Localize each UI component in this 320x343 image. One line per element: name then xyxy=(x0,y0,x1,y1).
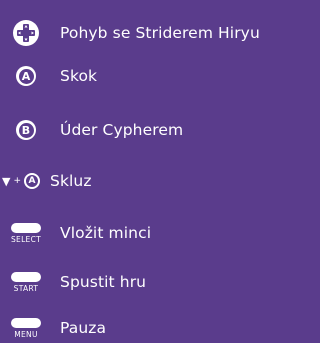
control-label: Pohyb se Striderem Hiryu xyxy=(60,24,260,42)
pill-shape xyxy=(11,271,41,282)
menu-button-icon: MENU xyxy=(11,317,41,339)
start-button-icon-wrap: START xyxy=(0,267,52,297)
start-button-icon: START xyxy=(11,271,41,293)
pill-caption: SELECT xyxy=(10,234,42,244)
button-a-glyph: A xyxy=(26,175,39,187)
control-label: Pauza xyxy=(60,319,107,337)
control-row-insert-coin: SELECT Vložit minci xyxy=(0,218,277,248)
dpad-icon xyxy=(13,20,39,46)
control-row-move: Pohyb se Striderem Hiryu xyxy=(0,18,277,48)
control-label: Úder Cypherem xyxy=(60,121,184,139)
down-plus-a-icon: ▼ + A xyxy=(2,166,41,196)
pill-caption: START xyxy=(13,283,39,293)
button-b-glyph: B xyxy=(18,122,34,138)
button-a-small-icon: A xyxy=(24,173,41,189)
button-a-glyph: A xyxy=(18,68,34,84)
control-label: Skluz xyxy=(50,172,92,190)
plus-icon: + xyxy=(13,175,22,186)
dpad-icon-wrap xyxy=(0,18,52,48)
pill-shape xyxy=(11,317,41,328)
pill-caption: MENU xyxy=(14,329,38,339)
control-label: Spustit hru xyxy=(60,273,147,291)
control-row-attack: B Úder Cypherem xyxy=(0,115,277,145)
pill-shape xyxy=(10,222,41,233)
control-row-start-game: START Spustit hru xyxy=(0,267,277,297)
down-arrow-icon: ▼ xyxy=(2,174,11,188)
control-row-jump: A Skok xyxy=(0,61,277,91)
control-row-pause: MENU Pauza xyxy=(0,313,277,343)
button-b-icon-wrap: B xyxy=(0,115,52,145)
control-row-slide: ▼ + A Skluz xyxy=(0,166,277,196)
select-button-icon-wrap: SELECT xyxy=(0,218,52,248)
menu-button-icon-wrap: MENU xyxy=(0,313,52,343)
button-a-icon: A xyxy=(16,66,36,86)
control-label: Skok xyxy=(60,67,98,85)
button-a-icon-wrap: A xyxy=(0,61,52,91)
button-b-icon: B xyxy=(16,120,36,140)
select-button-icon: SELECT xyxy=(10,222,42,244)
control-label: Vložit minci xyxy=(60,224,152,242)
